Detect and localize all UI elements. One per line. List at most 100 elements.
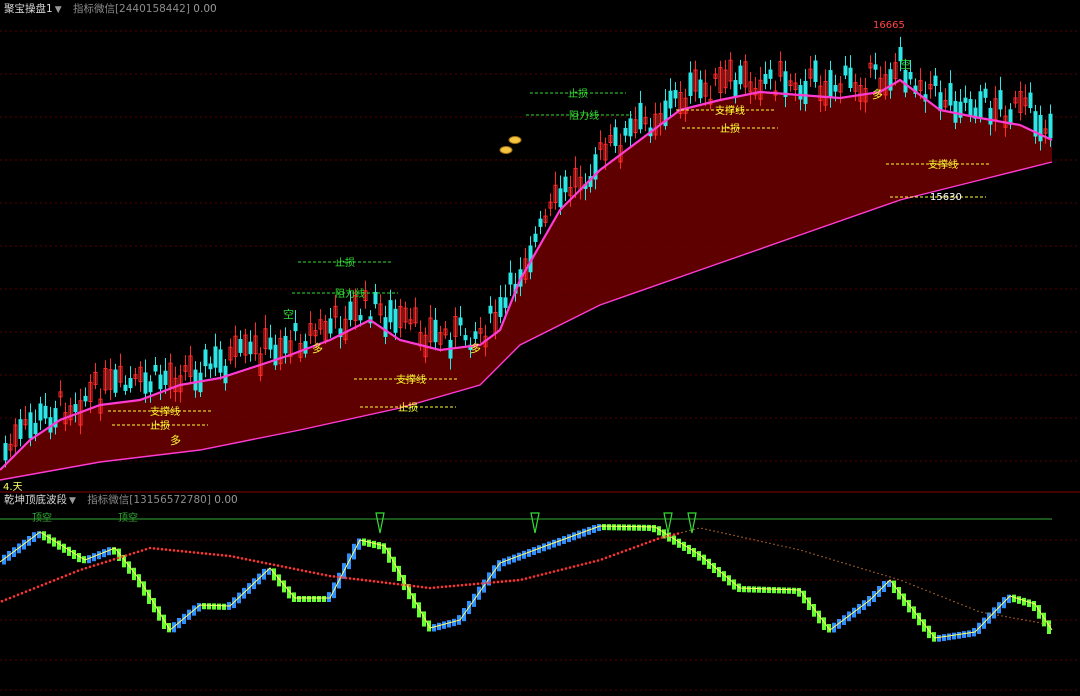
trend-dot	[92, 564, 96, 567]
trend-dot	[420, 585, 424, 589]
candle-body	[903, 69, 908, 93]
trend-dot	[596, 559, 600, 562]
trend-dot	[624, 549, 628, 552]
candle-body	[148, 381, 153, 393]
trend-dot	[905, 581, 907, 584]
stock-chart-canvas[interactable]: 止损阻力线止损阻力线支撑线止损支撑线止损支撑线止损支撑线多多 多多空空 顶空 顶空 …	[0, 0, 1080, 696]
trend-dot	[352, 577, 356, 581]
trend-dot	[1017, 618, 1019, 620]
wave-bar	[362, 538, 366, 546]
wave-bar	[782, 587, 786, 594]
wave-bar	[747, 586, 751, 593]
trend-dot	[909, 583, 911, 585]
wave-bar	[752, 586, 756, 593]
trend-dot	[1029, 620, 1031, 622]
trend-dot	[472, 582, 476, 586]
wave-bar	[632, 524, 636, 531]
trend-dot	[276, 564, 280, 567]
trend-dot	[240, 557, 244, 560]
candle-body	[768, 69, 773, 79]
candle-body	[158, 374, 163, 390]
trend-dot	[717, 531, 719, 533]
trend-dot	[464, 583, 468, 587]
trend-dot	[664, 535, 668, 538]
trend-dot	[124, 554, 128, 557]
candle-body	[28, 412, 33, 439]
trend-dot	[608, 555, 612, 558]
trend-dot	[320, 573, 324, 576]
wave-bar	[612, 524, 616, 531]
trend-dot	[436, 585, 440, 589]
trend-dot	[60, 575, 64, 579]
trend-dot	[96, 563, 100, 566]
gold-ingot-icon	[499, 146, 513, 154]
trend-dot	[745, 537, 747, 539]
sub-indicator-selector[interactable]: 乾坤顶底波段 ▼	[4, 494, 76, 506]
candle-body	[163, 370, 168, 385]
trend-dot	[104, 560, 108, 564]
candle-body	[33, 422, 38, 435]
trend-dot	[376, 580, 380, 584]
candle-body	[153, 364, 158, 372]
candle-body	[113, 369, 118, 393]
trend-dot	[0, 599, 4, 603]
trend-dot	[168, 548, 172, 552]
trend-dot	[452, 584, 456, 588]
trend-dot	[440, 585, 444, 589]
trend-dot	[120, 555, 124, 559]
wave-bar	[622, 524, 626, 531]
trend-dot	[36, 585, 40, 589]
trend-dot	[252, 559, 256, 563]
trend-dot	[88, 565, 92, 569]
wave-bar	[297, 596, 301, 602]
trend-dot	[584, 562, 588, 565]
trend-dot	[777, 544, 779, 546]
trend-dot	[901, 580, 903, 582]
trend-dot	[316, 572, 320, 575]
trend-dot	[957, 602, 959, 604]
candle-body	[328, 318, 333, 334]
trend-dot	[536, 574, 540, 577]
candle-body	[383, 317, 388, 337]
trend-dot	[576, 564, 580, 567]
trend-dot	[528, 576, 532, 579]
trend-dot	[1009, 616, 1011, 619]
trend-dot	[701, 527, 703, 530]
candle-body	[83, 395, 88, 402]
trend-dot	[668, 534, 672, 537]
candle-body	[1048, 113, 1053, 139]
oscillator-panel: 顶空 顶空	[0, 511, 1053, 642]
trend-dot	[8, 596, 12, 600]
candle-body	[848, 67, 853, 89]
trend-dot	[656, 537, 660, 541]
trend-dot	[937, 594, 939, 596]
candle-body	[948, 83, 953, 106]
trend-dot	[612, 553, 616, 557]
trend-dot	[933, 592, 935, 595]
trend-dot	[861, 567, 863, 570]
main-indicator-selector[interactable]: 聚宝操盘1 ▼	[4, 3, 62, 15]
trend-dot	[849, 564, 851, 566]
trend-dot	[753, 539, 755, 541]
trend-dot	[540, 573, 544, 576]
wave-bar	[627, 524, 631, 531]
trend-dot	[332, 575, 336, 578]
candle-body	[43, 405, 48, 419]
trend-dot	[729, 533, 731, 536]
wave-bar	[382, 543, 386, 554]
trend-dot	[48, 580, 52, 584]
trend-dot	[548, 571, 552, 574]
trend-dot	[24, 590, 28, 593]
trend-dot	[1021, 618, 1023, 621]
trend-dot	[873, 571, 875, 573]
trend-dot	[817, 554, 819, 557]
trend-dot	[973, 608, 975, 611]
trend-dot	[893, 577, 895, 579]
trend-dot	[989, 613, 991, 615]
wave-bar	[367, 539, 371, 547]
candle-body	[268, 337, 273, 350]
trend-dot	[400, 583, 404, 586]
wave-bar	[967, 630, 971, 638]
trend-dot	[196, 551, 200, 555]
trend-dot	[993, 613, 995, 616]
